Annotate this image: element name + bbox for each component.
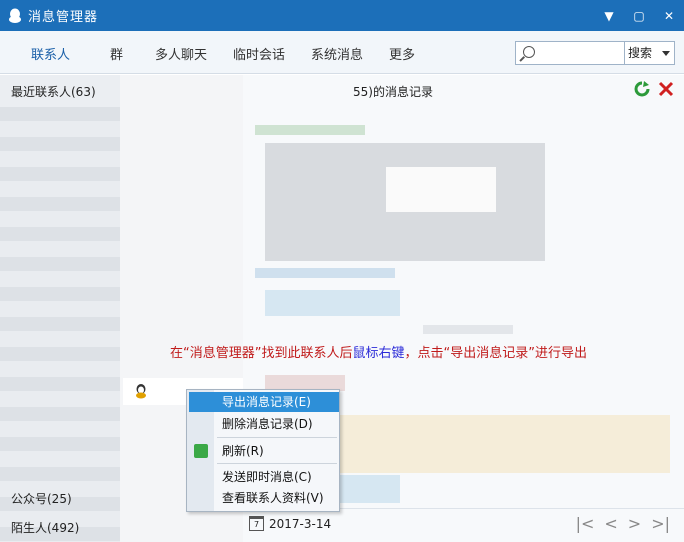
prev-page-icon[interactable]: <	[604, 514, 617, 533]
first-page-icon[interactable]: |<	[576, 514, 595, 533]
tab-temp-session[interactable]: 临时会话	[233, 44, 285, 63]
tab-contacts[interactable]: 联系人	[31, 44, 70, 63]
official-accounts-group[interactable]: 公众号(25)	[11, 490, 72, 507]
minimize-button[interactable]: ▼	[594, 0, 624, 31]
search-icon	[523, 46, 535, 58]
restore-button[interactable]: ▢	[624, 0, 654, 31]
menu-item-view-profile[interactable]: 查看联系人资料(V)	[215, 488, 339, 508]
calendar-icon[interactable]: 7	[249, 516, 264, 531]
refresh-icon[interactable]	[634, 81, 650, 97]
recent-contacts-header[interactable]: 最近联系人(63)	[11, 83, 96, 100]
menu-item-refresh[interactable]: 刷新(R)	[215, 441, 339, 461]
blurred-message	[255, 268, 395, 278]
tab-system-messages[interactable]: 系统消息	[311, 44, 363, 63]
instruction-annotation: 在“消息管理器”找到此联系人后鼠标右键，点击“导出消息记录”进行导出	[170, 346, 587, 361]
bottom-bar: 7 2017-3-14 |< < > >|	[243, 508, 684, 542]
qq-penguin-icon	[8, 8, 22, 24]
blurred-message-card	[386, 167, 496, 212]
close-button[interactable]: ✕	[654, 0, 684, 31]
blurred-message	[423, 325, 513, 334]
toolbar: 联系人 群 多人聊天 临时会话 系统消息 更多 搜索	[0, 31, 684, 74]
context-menu: 导出消息记录(E) 删除消息记录(D) 刷新(R) 发送即时消息(C) 查看联系…	[186, 389, 340, 512]
menu-item-delete-history[interactable]: 删除消息记录(D)	[215, 414, 339, 434]
menu-item-export-history[interactable]: 导出消息记录(E)	[189, 392, 339, 412]
next-page-icon[interactable]: >	[628, 514, 641, 533]
tab-multi-chat[interactable]: 多人聊天	[155, 44, 207, 63]
blurred-message	[265, 290, 400, 316]
title-bar: 消息管理器 ▼ ▢ ✕	[0, 0, 684, 31]
delete-icon[interactable]	[658, 81, 674, 97]
qq-penguin-icon	[136, 384, 146, 399]
refresh-icon	[194, 444, 208, 458]
last-page-icon[interactable]: >|	[651, 514, 670, 533]
menu-item-send-instant-message[interactable]: 发送即时消息(C)	[215, 467, 339, 487]
chevron-down-icon	[662, 51, 670, 56]
tab-groups[interactable]: 群	[110, 44, 123, 63]
search-input[interactable]	[515, 41, 625, 65]
blurred-contact-list	[0, 107, 120, 542]
window-title: 消息管理器	[28, 10, 99, 25]
blurred-message	[255, 125, 365, 135]
tab-more[interactable]: 更多	[389, 44, 415, 63]
search-button[interactable]: 搜索	[625, 41, 675, 65]
blurred-message	[340, 475, 400, 503]
menu-separator	[217, 437, 337, 438]
history-title: 55)的消息记录	[353, 85, 433, 99]
blurred-message-highlight	[340, 415, 670, 473]
date-label: 2017-3-14	[269, 517, 332, 531]
menu-separator	[217, 463, 337, 464]
strangers-group[interactable]: 陌生人(492)	[11, 519, 79, 536]
